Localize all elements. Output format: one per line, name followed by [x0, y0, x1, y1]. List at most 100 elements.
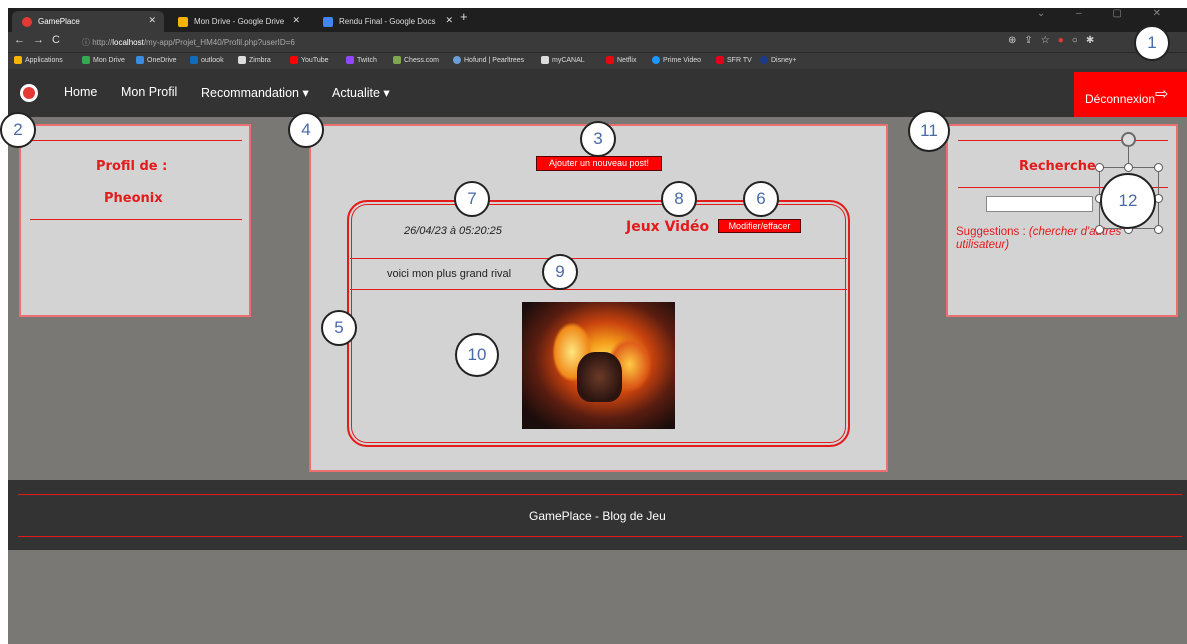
- bookmark-label: Applications: [25, 56, 63, 64]
- site-navbar: [8, 69, 1187, 117]
- extension-red-icon[interactable]: ●: [1058, 35, 1072, 46]
- bookmark-sfr-tv[interactable]: SFR TV: [716, 56, 752, 64]
- annotation-marker-8: 8: [661, 181, 697, 217]
- url-prefix: http://: [92, 38, 113, 47]
- page-margin-left: [0, 0, 8, 644]
- zimbra-icon: [238, 56, 246, 64]
- new-tab-button[interactable]: +: [460, 9, 468, 24]
- post-date: 26/04/23 à 05:20:25: [404, 225, 502, 237]
- close-tab-icon[interactable]: ✕: [148, 15, 156, 26]
- resize-handle[interactable]: [1095, 225, 1104, 234]
- star-icon[interactable]: ☆: [1041, 35, 1058, 46]
- profile-divider-bottom: [30, 219, 242, 220]
- bookmark-outlook[interactable]: outlook: [190, 56, 224, 64]
- url-field[interactable]: ⓘ http://localhost/my-app/Projet_HM40/Pr…: [82, 37, 295, 48]
- footer-divider-bottom: [18, 536, 1182, 537]
- puzzle-icon[interactable]: ✱: [1086, 35, 1102, 46]
- reload-icon[interactable]: C: [52, 34, 68, 46]
- suggestions: Suggestions : (chercher d'autres utilisa…: [956, 226, 1136, 252]
- bookmark-applications[interactable]: Applications: [14, 56, 63, 64]
- nav-home[interactable]: Home: [64, 85, 97, 99]
- edit-delete-post-button[interactable]: Modifier/effacer: [718, 219, 801, 233]
- bookmark-label: SFR TV: [727, 56, 752, 64]
- chess-pawn-icon: [393, 56, 401, 64]
- resize-handle[interactable]: [1154, 163, 1163, 172]
- annotation-marker-5: 5: [321, 310, 357, 346]
- bookmark-mycanal[interactable]: myCANAL: [541, 56, 585, 64]
- bookmark-chess[interactable]: Chess.com: [393, 56, 439, 64]
- share-icon[interactable]: ⇪: [1024, 35, 1040, 46]
- bookmark-twitch[interactable]: Twitch: [346, 56, 377, 64]
- address-bar-icons[interactable]: ⊕⇪☆●○✱: [1008, 35, 1102, 46]
- annotation-marker-11: 11: [908, 110, 950, 152]
- bookmark-label: Hofund | Pearltrees: [464, 56, 525, 64]
- info-icon: ⓘ: [82, 38, 93, 47]
- bookmark-label: Twitch: [357, 56, 377, 64]
- search-input[interactable]: [986, 196, 1093, 212]
- pearltrees-icon: [453, 56, 461, 64]
- bookmark-label: Prime Video: [663, 56, 702, 64]
- gameplace-favicon-icon: [22, 16, 32, 27]
- forward-arrow-icon[interactable]: →: [33, 34, 52, 46]
- nav-actualite-dropdown[interactable]: Actualite ▾: [332, 85, 390, 100]
- add-post-button[interactable]: Ajouter un nouveau post!: [536, 156, 662, 171]
- bookmark-disney[interactable]: Disney+: [760, 56, 796, 64]
- footer-text: GamePlace - Blog de Jeu: [529, 509, 666, 523]
- bookmark-label: Chess.com: [404, 56, 440, 64]
- bookmarks-bar: Applications Mon Drive OneDrive outlook …: [8, 52, 1187, 69]
- bookmark-zimbra[interactable]: Zimbra: [238, 56, 271, 64]
- close-tab-icon[interactable]: ✕: [292, 15, 300, 26]
- apps-grid-icon: [14, 56, 22, 64]
- google-drive-icon: [82, 56, 90, 64]
- twitch-icon: [346, 56, 354, 64]
- annotation-marker-7: 7: [454, 181, 490, 217]
- sfr-icon: [716, 56, 724, 64]
- close-tab-icon[interactable]: ✕: [445, 15, 453, 26]
- bookmark-label: Disney+: [771, 56, 797, 64]
- annotation-marker-10: 10: [455, 333, 499, 377]
- resize-handle[interactable]: [1154, 225, 1163, 234]
- image-creature: [577, 352, 622, 402]
- bookmark-netflix[interactable]: Netflix: [606, 56, 636, 64]
- window-controls[interactable]: ⌄ – ▢ ✕: [1037, 8, 1175, 19]
- logout-label[interactable]: Déconnexion: [1085, 92, 1155, 106]
- bookmark-mon-drive[interactable]: Mon Drive: [82, 56, 125, 64]
- disney-icon: [760, 56, 768, 64]
- back-arrow-icon[interactable]: ←: [14, 34, 33, 46]
- nav-recommandation-dropdown[interactable]: Recommandation ▾: [201, 85, 309, 100]
- bookmark-label: OneDrive: [147, 56, 177, 64]
- tab-google-docs[interactable]: Rendu Final - Google Docs ✕: [313, 11, 461, 32]
- post-text: voici mon plus grand rival: [387, 268, 512, 280]
- resize-handle[interactable]: [1095, 163, 1104, 172]
- tab-title: Mon Drive - Google Drive: [194, 17, 285, 26]
- bookmark-prime-video[interactable]: Prime Video: [652, 56, 701, 64]
- resize-handle[interactable]: [1124, 163, 1133, 172]
- url-host: localhost: [112, 38, 144, 47]
- bookmark-label: myCANAL: [552, 56, 585, 64]
- post-header-divider: [350, 258, 847, 259]
- logout-icon[interactable]: ⇨: [1155, 84, 1168, 104]
- bookmark-onedrive[interactable]: OneDrive: [136, 56, 177, 64]
- bookmark-youtube[interactable]: YouTube: [290, 56, 329, 64]
- zoom-icon[interactable]: ⊕: [1008, 35, 1024, 46]
- browser-nav-buttons[interactable]: ←→C: [14, 34, 68, 46]
- extension-icon[interactable]: ○: [1072, 35, 1086, 46]
- annotation-marker-3: 3: [580, 121, 616, 157]
- annotation-marker-9: 9: [542, 254, 578, 290]
- bookmark-label: YouTube: [301, 56, 329, 64]
- bookmark-label: outlook: [201, 56, 224, 64]
- gameplace-logo[interactable]: [20, 84, 38, 102]
- rotate-handle-icon[interactable]: [1121, 132, 1136, 147]
- youtube-icon: [290, 56, 298, 64]
- bookmark-pearltrees[interactable]: Hofund | Pearltrees: [453, 56, 524, 64]
- nav-mon-profil[interactable]: Mon Profil: [121, 85, 177, 99]
- prime-video-icon: [652, 56, 660, 64]
- suggestions-label: Suggestions :: [956, 226, 1029, 238]
- page-margin-top: [0, 0, 1187, 8]
- post-text-divider: [350, 289, 847, 290]
- url-path: /my-app/Projet_HM40/Profil.php?userID=6: [143, 38, 295, 47]
- search-divider-top: [958, 140, 1168, 141]
- tab-title: Rendu Final - Google Docs: [339, 17, 436, 26]
- tab-google-drive[interactable]: Mon Drive - Google Drive ✕: [168, 11, 308, 32]
- tab-gameplace[interactable]: GamePlace ✕: [12, 11, 164, 32]
